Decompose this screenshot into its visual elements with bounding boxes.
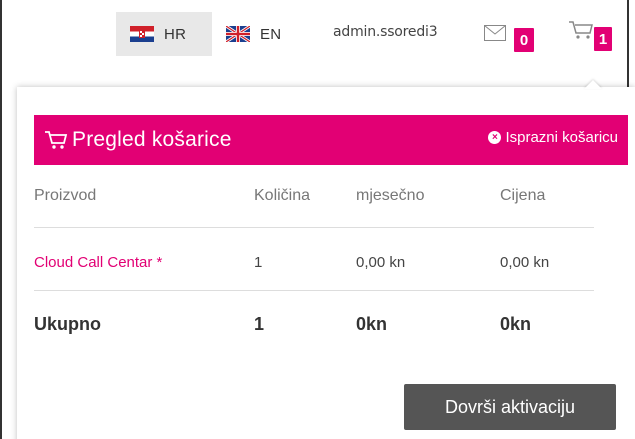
column-header-product: Proizvod [34, 187, 97, 204]
table-row: Cloud Call Centar * 1 0,00 kn 0,00 kn [34, 228, 628, 291]
mail-icon[interactable] [484, 25, 506, 41]
top-bar: HR EN admin.ssoredi3 0 1 [0, 0, 635, 62]
table-header-row: Proizvod Količina mjesečno Cijena [34, 165, 628, 228]
cart-header: Pregled košarice × Isprazni košaricu [34, 115, 628, 165]
item-price: 0,00 kn [500, 254, 550, 271]
page: HR EN admin.ssoredi3 0 1 Pregled košaric… [0, 0, 635, 439]
total-quantity: 1 [254, 314, 265, 334]
language-hr-label: HR [164, 25, 187, 43]
language-en-label: EN [260, 25, 282, 43]
cart-header-icon [45, 131, 68, 149]
cart-title: Pregled košarice [72, 128, 232, 151]
username-link[interactable]: admin.ssoredi3 [333, 24, 438, 40]
empty-cart-link[interactable]: × Isprazni košaricu [488, 129, 618, 146]
croatia-flag-icon [130, 26, 154, 42]
close-circle-icon: × [488, 131, 502, 144]
uk-flag-icon [226, 26, 250, 42]
language-en-button[interactable]: EN [218, 12, 298, 56]
finish-activation-button[interactable]: Dovrši aktivaciju [404, 384, 616, 430]
empty-cart-label: Isprazni košaricu [505, 129, 618, 146]
column-header-quantity: Količina [254, 187, 311, 204]
column-header-price: Cijena [500, 187, 546, 204]
left-edge-line [0, 0, 2, 439]
total-row: Ukupno 1 0kn 0kn [34, 291, 628, 357]
cart-count-badge[interactable]: 1 [594, 27, 612, 51]
product-link[interactable]: Cloud Call Centar * [34, 254, 162, 271]
cart-icon[interactable] [568, 20, 594, 40]
total-label: Ukupno [34, 314, 101, 334]
item-monthly: 0,00 kn [356, 254, 406, 271]
total-monthly: 0kn [356, 314, 388, 334]
dropdown-caret [584, 80, 602, 89]
item-quantity: 1 [254, 254, 263, 271]
total-price: 0kn [500, 314, 532, 334]
cart-table: Proizvod Količina mjesečno Cijena Cloud … [34, 165, 628, 357]
column-header-monthly: mjesečno [356, 187, 425, 204]
language-hr-button[interactable]: HR [116, 12, 212, 56]
messages-count-badge[interactable]: 0 [514, 28, 534, 52]
